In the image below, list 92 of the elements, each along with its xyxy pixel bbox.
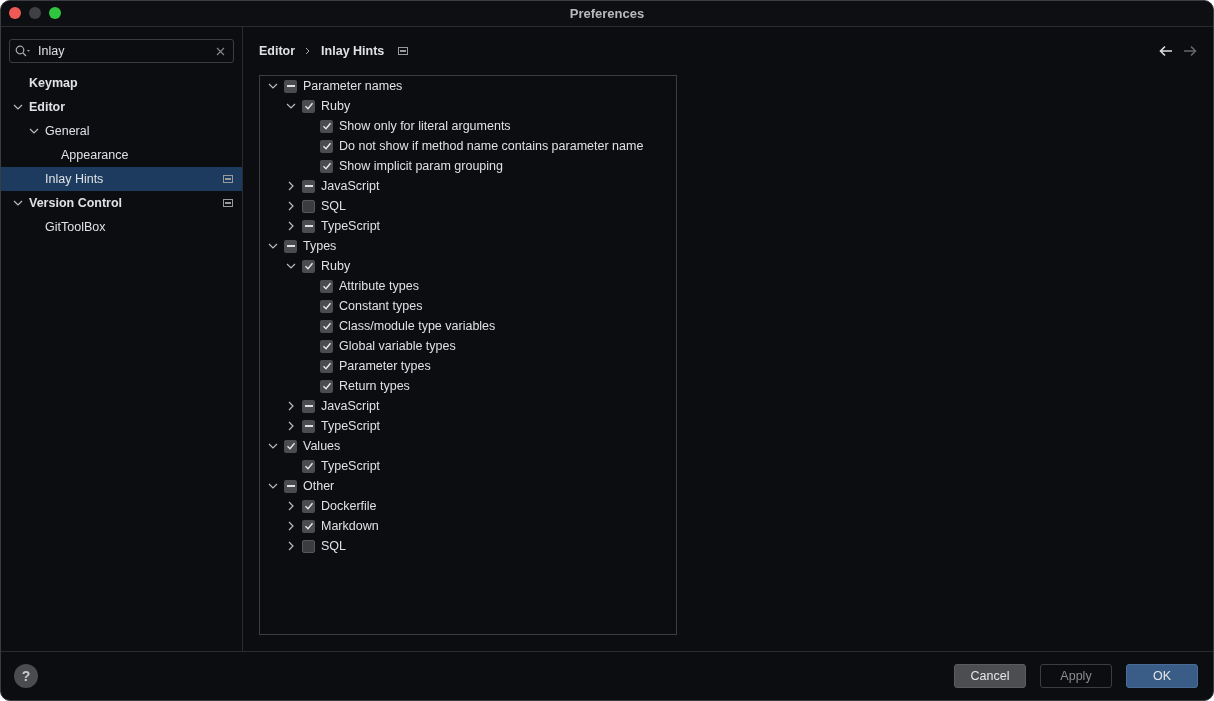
checkbox[interactable] — [320, 379, 333, 393]
checkbox[interactable] — [302, 219, 315, 233]
checkbox[interactable] — [320, 139, 333, 153]
tree-item-label: Types — [303, 239, 337, 253]
sidebar-label: General — [45, 124, 91, 138]
chevron-icon[interactable] — [268, 441, 278, 451]
chevron-icon[interactable] — [286, 521, 296, 531]
sidebar-item[interactable]: Keymap — [1, 71, 242, 95]
checkbox[interactable] — [302, 399, 315, 413]
checkbox[interactable] — [284, 439, 297, 453]
chevron-icon[interactable] — [286, 221, 296, 231]
window-title: Preferences — [569, 6, 645, 21]
tree-item-label: JavaScript — [321, 179, 380, 193]
checkbox[interactable] — [302, 499, 315, 513]
sidebar-label: Version Control — [29, 196, 124, 210]
tree-item-label: Other — [303, 479, 335, 493]
chevron-icon[interactable] — [286, 501, 296, 511]
checkbox[interactable] — [320, 299, 333, 313]
chevron-icon[interactable] — [268, 241, 278, 251]
chevron-icon[interactable] — [286, 401, 296, 411]
sidebar-item[interactable]: GitToolBox — [1, 215, 242, 239]
tree-item-label: Attribute types — [339, 279, 419, 293]
checkbox[interactable] — [320, 359, 333, 373]
dialog-button[interactable]: Cancel — [954, 664, 1026, 688]
tree-item-label: Constant types — [339, 299, 423, 313]
chevron-icon[interactable] — [286, 421, 296, 431]
search-field[interactable]: Inlay — [9, 39, 234, 63]
back-arrow-icon[interactable] — [1159, 45, 1173, 57]
sidebar-label: Editor — [29, 100, 67, 114]
tree-item-label: Parameter types — [339, 359, 431, 373]
sidebar-item[interactable]: Appearance — [1, 143, 242, 167]
tree-item-label: SQL — [321, 199, 346, 213]
chevron-icon[interactable] — [286, 101, 296, 111]
checkbox[interactable] — [302, 199, 315, 213]
sidebar-item[interactable]: Version Control — [1, 191, 242, 215]
checkbox[interactable] — [320, 339, 333, 353]
tree-item-label: Show implicit param grouping — [339, 159, 503, 173]
checkbox[interactable] — [302, 259, 315, 273]
chevron-icon[interactable] — [286, 541, 296, 551]
checkbox[interactable] — [320, 279, 333, 293]
tree-item-label: Ruby — [321, 259, 351, 273]
zoom-window-button[interactable] — [49, 7, 61, 19]
help-button[interactable]: ? — [14, 664, 38, 688]
breadcrumb-item: Editor — [259, 44, 296, 58]
checkbox[interactable] — [302, 459, 315, 473]
checkbox[interactable] — [302, 519, 315, 533]
tree-item-label: Do not show if method name contains parameter name — [339, 139, 644, 153]
checkbox[interactable] — [320, 119, 333, 133]
forward-arrow-icon[interactable] — [1183, 45, 1197, 57]
tree-item-label: Markdown — [321, 519, 379, 533]
chevron-icon[interactable] — [286, 261, 296, 271]
clear-icon[interactable] — [216, 47, 225, 56]
tree-item-label: TypeScript — [321, 219, 381, 233]
sidebar-label: Keymap — [29, 76, 79, 90]
chevron-icon[interactable] — [268, 81, 278, 91]
checkbox[interactable] — [284, 239, 297, 253]
tree-item-label: Parameter names — [303, 79, 403, 93]
sidebar-label: Inlay Hints — [45, 172, 105, 186]
chevron-icon[interactable] — [268, 481, 278, 491]
sidebar-item[interactable]: Inlay Hints — [1, 167, 242, 191]
tree-item-label: Values — [303, 439, 341, 453]
sidebar-item[interactable]: General — [1, 119, 242, 143]
checkbox[interactable] — [284, 479, 297, 493]
tree-item-label: SQL — [321, 539, 346, 553]
tree-item-label: JavaScript — [321, 399, 380, 413]
close-window-button[interactable] — [9, 7, 21, 19]
tree-item-label: TypeScript — [321, 419, 381, 433]
tree-item-label: Global variable types — [339, 339, 456, 353]
checkbox[interactable] — [302, 99, 315, 113]
tree-item-label: Dockerfile — [321, 499, 377, 513]
checkbox[interactable] — [302, 539, 315, 553]
tree-item-label: Show only for literal arguments — [339, 119, 511, 133]
breadcrumb-separator-icon — [305, 47, 312, 55]
sidebar-label: GitToolBox — [45, 220, 107, 234]
chevron-icon[interactable] — [286, 181, 296, 191]
checkbox[interactable] — [302, 179, 315, 193]
tree-item-label: Class/module type variables — [339, 319, 496, 333]
tree-item-label: TypeScript — [321, 459, 381, 473]
checkbox[interactable] — [302, 419, 315, 433]
search-icon — [15, 45, 31, 57]
checkbox[interactable] — [320, 319, 333, 333]
ok-button[interactable]: OK — [1126, 664, 1198, 688]
sidebar-item[interactable]: Editor — [1, 95, 242, 119]
sidebar-label: Appearance — [61, 148, 130, 162]
project-settings-icon — [223, 199, 233, 207]
project-settings-icon — [223, 175, 233, 183]
breadcrumb-item: Inlay Hints — [321, 44, 385, 58]
tree-item-label: Ruby — [321, 99, 351, 113]
checkbox[interactable] — [320, 159, 333, 173]
checkbox[interactable] — [284, 79, 297, 93]
chevron-icon[interactable] — [286, 201, 296, 211]
tree-item-label: Return types — [339, 379, 410, 393]
